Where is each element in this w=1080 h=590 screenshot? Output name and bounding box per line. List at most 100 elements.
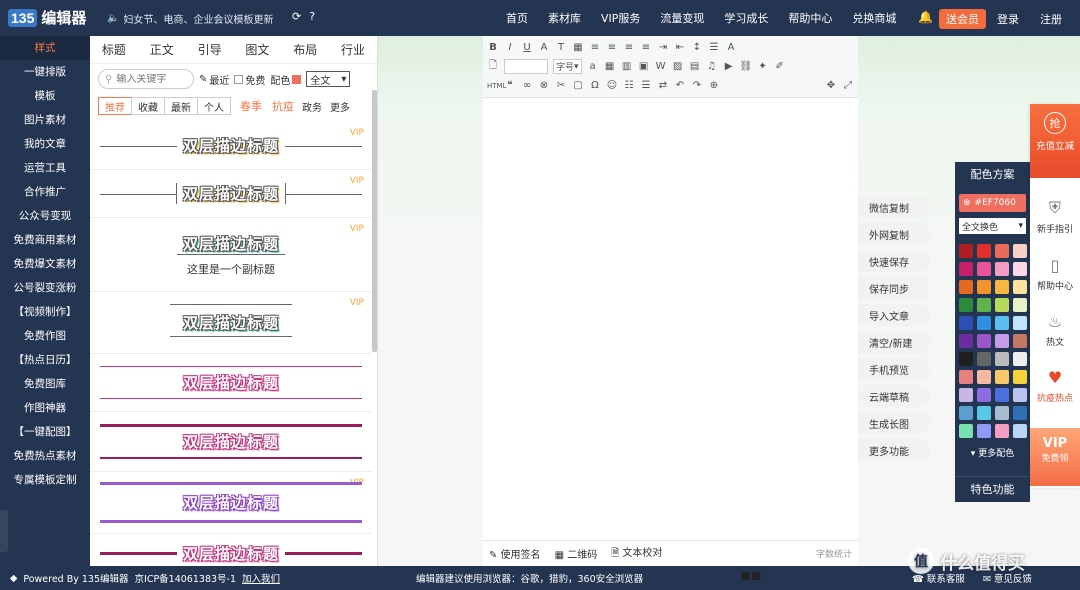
- template-item[interactable]: 双层描边标题: [90, 412, 372, 472]
- color-swatch[interactable]: [977, 280, 991, 294]
- hot-articles[interactable]: ♨ 热文: [1030, 312, 1080, 348]
- color-swatch[interactable]: [959, 334, 973, 348]
- color-swatch[interactable]: [977, 370, 991, 384]
- topnav-vip[interactable]: VIP服务: [601, 10, 640, 26]
- grid-icon[interactable]: ▦: [604, 61, 616, 72]
- link-icon[interactable]: ⛓: [740, 61, 753, 72]
- template-item[interactable]: VIP 双层描边标题: [90, 472, 372, 534]
- undo-icon[interactable]: ↶: [674, 80, 686, 91]
- color-scope-select[interactable]: 全文换色 ▾: [959, 218, 1026, 234]
- more-colors[interactable]: ▾ 更多配色: [955, 446, 1030, 459]
- leftnav-auto-image[interactable]: 【一键配图】: [0, 420, 90, 444]
- color-swatch[interactable]: [995, 406, 1009, 420]
- color-swatch[interactable]: [977, 388, 991, 402]
- fullscreen-icon[interactable]: ⤢: [842, 80, 854, 91]
- color-swatch[interactable]: [977, 262, 991, 276]
- color-swatch[interactable]: [995, 388, 1009, 402]
- picture-icon[interactable]: ▨: [672, 61, 684, 72]
- give-vip-button[interactable]: 送会员: [939, 9, 986, 29]
- zoom-icon[interactable]: ⊕: [708, 80, 720, 91]
- color-swatch[interactable]: [959, 280, 973, 294]
- color-swatch[interactable]: [995, 334, 1009, 348]
- image-icon[interactable]: ▣: [638, 61, 650, 72]
- qrcode-button[interactable]: ▦ 二维码: [555, 546, 598, 561]
- unlink-icon[interactable]: ⊗: [538, 80, 550, 91]
- clear-new-button[interactable]: 清空/新建: [858, 331, 930, 353]
- join-us-link[interactable]: 加入我们: [242, 571, 280, 585]
- filter-personal[interactable]: 个人: [197, 97, 231, 115]
- color-swatch[interactable]: [1013, 262, 1027, 276]
- color-swatch[interactable]: [977, 352, 991, 366]
- color-swatch[interactable]: [995, 370, 1009, 384]
- color-swatch[interactable]: [1013, 388, 1027, 402]
- format-icon[interactable]: A: [725, 42, 737, 53]
- icp-number[interactable]: 京ICP备14061383号-1: [135, 571, 237, 585]
- size-select[interactable]: 字号 ▾: [553, 59, 582, 74]
- notice[interactable]: 🔈 妇女节、电商、企业会议模板更新: [107, 11, 273, 26]
- align-right-icon[interactable]: ≡: [623, 42, 635, 53]
- leftnav-video[interactable]: 【视频制作】: [0, 300, 90, 324]
- refresh-icon[interactable]: ⟳: [292, 10, 301, 23]
- color-swatch[interactable]: [1013, 298, 1027, 312]
- leftnav-hot-materials[interactable]: 免费热点素材: [0, 444, 90, 468]
- scope-select[interactable]: 全文 ▾: [306, 71, 351, 87]
- merge-icon[interactable]: ▥: [621, 61, 633, 72]
- color-swatch[interactable]: [995, 262, 1009, 276]
- spacing-icon[interactable]: ☰: [708, 42, 720, 53]
- logo[interactable]: 135 编辑器: [8, 7, 86, 28]
- color-swatch[interactable]: [1013, 334, 1027, 348]
- template-item[interactable]: VIP 双层描边标题 这里是一个副标题: [90, 218, 372, 292]
- template-item[interactable]: VIP 双层描边标题: [90, 292, 372, 354]
- filter-more[interactable]: 更多: [330, 99, 350, 114]
- table-icon[interactable]: ▦: [572, 42, 584, 53]
- leftnav-monetize[interactable]: 公众号变现: [0, 204, 90, 228]
- search-input[interactable]: [116, 73, 177, 85]
- long-image-button[interactable]: 生成长图: [858, 412, 930, 434]
- template-item[interactable]: 双层描边标题: [90, 534, 372, 566]
- line-height-icon[interactable]: ↕: [691, 42, 703, 53]
- more-functions-button[interactable]: 更多功能: [858, 439, 930, 461]
- emoji-icon[interactable]: ☺: [606, 80, 618, 91]
- outdent-icon[interactable]: ⇤: [674, 42, 686, 53]
- leftnav-free-commercial[interactable]: 免费商用素材: [0, 228, 90, 252]
- template-item[interactable]: 双层描边标题: [90, 354, 372, 412]
- color-swatch[interactable]: [1013, 280, 1027, 294]
- topnav-monetize[interactable]: 流量变现: [660, 10, 704, 26]
- beginner-guide[interactable]: ⛨ 新手指引: [1030, 198, 1080, 235]
- topnav-materials[interactable]: 素材库: [548, 10, 581, 26]
- login-link[interactable]: 登录: [997, 11, 1019, 27]
- free-checkbox[interactable]: [234, 74, 244, 84]
- indent-icon[interactable]: ⇥: [657, 42, 669, 53]
- color-swatch[interactable]: [959, 244, 973, 258]
- align-left-icon[interactable]: ≡: [589, 42, 601, 53]
- color-swatch[interactable]: [1013, 406, 1027, 420]
- list-icon[interactable]: ☷: [623, 80, 635, 91]
- cloud-draft-button[interactable]: 云端草稿: [858, 385, 930, 407]
- edit-area[interactable]: [483, 98, 858, 540]
- color-swatch[interactable]: [959, 370, 973, 384]
- tab-guide[interactable]: 引导: [198, 41, 222, 58]
- color-swatch[interactable]: [995, 244, 1009, 258]
- word-count[interactable]: 字数统计: [816, 547, 852, 560]
- anti-epidemic-hot[interactable]: ♥ 抗疫热点: [1030, 368, 1080, 404]
- color-swatch[interactable]: [959, 316, 973, 330]
- color-swatch[interactable]: [995, 424, 1009, 438]
- wechat-copy-button[interactable]: 微信复制: [858, 196, 930, 218]
- color-swatch[interactable]: [1013, 244, 1027, 258]
- topnav-learning[interactable]: 学习成长: [724, 10, 768, 26]
- html-icon[interactable]: HTML: [487, 82, 506, 90]
- paint-icon[interactable]: ✦: [757, 61, 769, 72]
- leftnav-style[interactable]: 样式: [0, 36, 90, 60]
- leftnav-fission[interactable]: 公号裂变涨粉: [0, 276, 90, 300]
- move-icon[interactable]: ✥: [825, 80, 837, 91]
- topnav-mall[interactable]: 兑换商城: [852, 10, 896, 26]
- help-center[interactable]: ▯ 帮助中心: [1030, 256, 1080, 292]
- import-article-button[interactable]: 导入文章: [858, 304, 930, 326]
- tab-title[interactable]: 标题: [102, 41, 126, 58]
- color-swatch[interactable]: [995, 352, 1009, 366]
- filter-favorites[interactable]: 收藏: [131, 97, 165, 115]
- external-copy-button[interactable]: 外网复制: [858, 223, 930, 245]
- font-color-icon[interactable]: A: [538, 42, 550, 53]
- leftnav-ops-tools[interactable]: 运营工具: [0, 156, 90, 180]
- file-icon[interactable]: 🗋: [487, 58, 499, 75]
